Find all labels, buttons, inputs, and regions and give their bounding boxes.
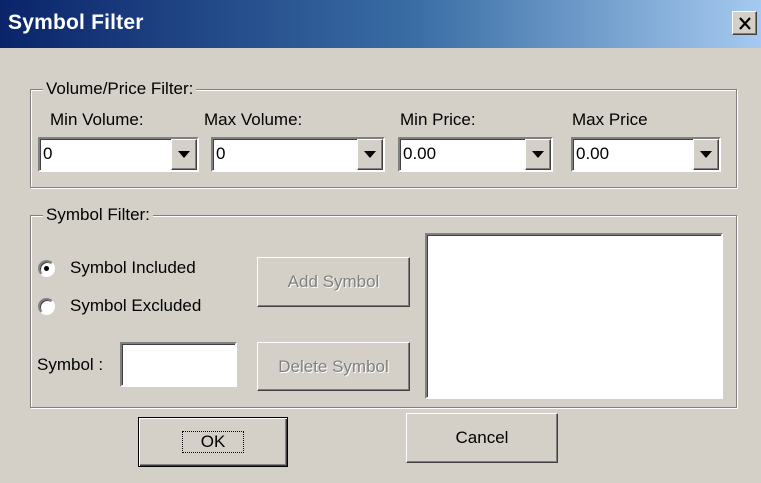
cancel-button[interactable]: Cancel — [406, 413, 558, 463]
min-price-value: 0.00 — [403, 144, 437, 163]
ok-button[interactable]: OK — [138, 417, 288, 467]
chevron-down-icon — [532, 151, 544, 158]
min-volume-combo[interactable]: 0 — [38, 137, 199, 172]
min-price-label: Min Price: — [400, 110, 476, 129]
radio-button[interactable] — [38, 260, 55, 277]
delete-symbol-button[interactable]: Delete Symbol — [257, 342, 410, 391]
max-price-combo[interactable]: 0.00 — [571, 137, 721, 172]
chevron-down-icon — [700, 151, 712, 158]
symbol-input[interactable] — [120, 342, 237, 387]
close-icon — [738, 16, 751, 30]
max-volume-combo[interactable]: 0 — [211, 137, 385, 172]
volume-price-legend: Volume/Price Filter: — [43, 79, 197, 99]
max-volume-value: 0 — [216, 144, 226, 163]
radio-symbol-excluded-label: Symbol Excluded — [70, 296, 202, 315]
title-bar[interactable]: Symbol Filter — [0, 0, 761, 48]
chevron-down-icon — [364, 151, 376, 158]
window-title: Symbol Filter — [8, 11, 144, 34]
max-price-value: 0.00 — [576, 144, 610, 163]
close-button[interactable] — [732, 11, 757, 35]
min-volume-value: 0 — [43, 144, 53, 163]
radio-symbol-excluded[interactable]: Symbol Excluded — [38, 296, 238, 318]
radio-symbol-included-label: Symbol Included — [70, 258, 196, 277]
max-volume-label: Max Volume: — [204, 110, 303, 129]
radio-symbol-included[interactable]: Symbol Included — [38, 258, 238, 280]
radio-checked-dot — [44, 266, 49, 271]
min-volume-dropdown-button[interactable] — [171, 139, 197, 170]
max-volume-dropdown-button[interactable] — [357, 139, 383, 170]
symbol-listbox[interactable] — [425, 233, 723, 399]
chevron-down-icon — [178, 151, 190, 158]
radio-button[interactable] — [38, 298, 55, 315]
max-price-dropdown-button[interactable] — [693, 139, 719, 170]
symbol-filter-legend: Symbol Filter: — [43, 205, 153, 225]
ok-button-label: OK — [181, 431, 245, 453]
min-volume-label: Min Volume: — [50, 110, 144, 129]
min-price-combo[interactable]: 0.00 — [398, 137, 553, 172]
min-price-dropdown-button[interactable] — [525, 139, 551, 170]
max-price-label: Max Price — [572, 110, 648, 129]
symbol-field-label: Symbol : — [37, 355, 104, 374]
add-symbol-button[interactable]: Add Symbol — [257, 257, 410, 307]
